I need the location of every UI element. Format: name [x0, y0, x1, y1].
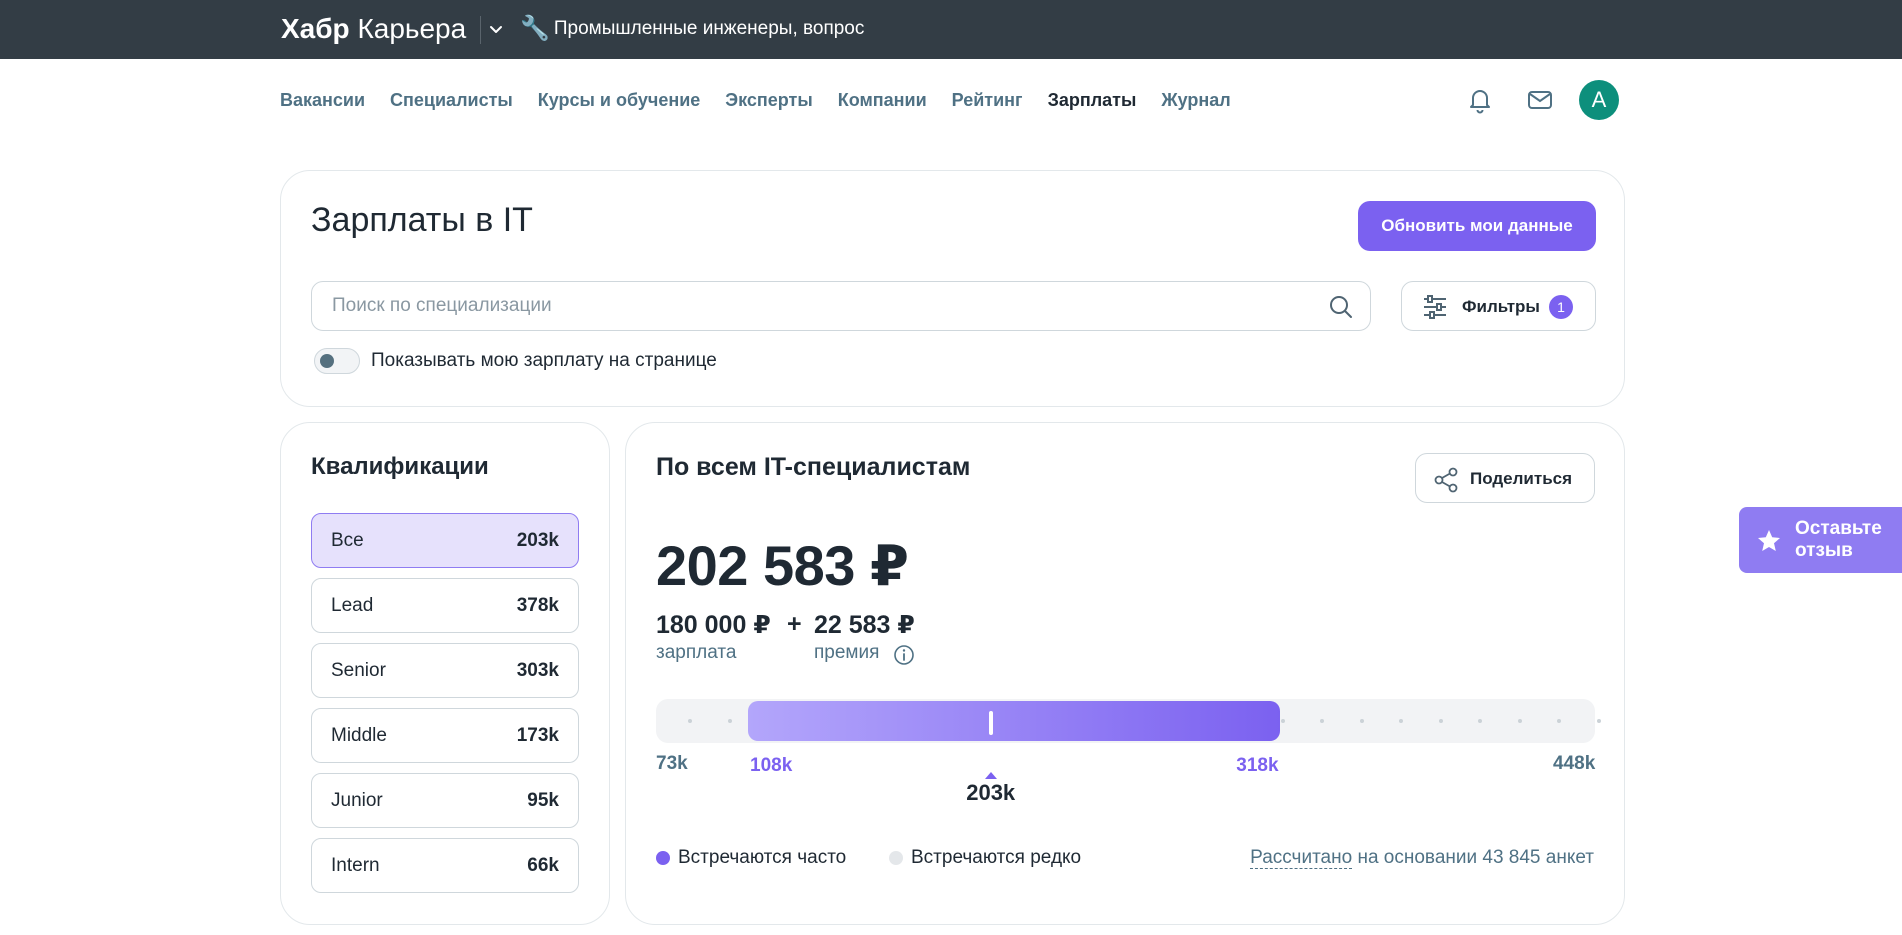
- brand-name-regular: Карьера: [357, 13, 467, 44]
- show-salary-toggle[interactable]: [314, 348, 360, 374]
- share-button[interactable]: Поделиться: [1415, 453, 1595, 503]
- chevron-down-icon[interactable]: [487, 20, 505, 38]
- legend-frequent-label: Встречаются часто: [678, 847, 847, 868]
- nav-item-experts[interactable]: Эксперты: [725, 90, 812, 112]
- qualifications-list: Все 203k Lead 378k Senior 303k Middle 17…: [311, 513, 579, 903]
- track-dot: [1320, 719, 1324, 723]
- qualification-name: Junior: [331, 790, 383, 811]
- range-max-label: 448k: [1553, 753, 1596, 774]
- avatar[interactable]: A: [1579, 80, 1619, 120]
- nav-item-courses[interactable]: Курсы и обучение: [538, 90, 701, 112]
- update-data-button[interactable]: Обновить мои данные: [1358, 201, 1596, 251]
- qualification-item-senior[interactable]: Senior 303k: [311, 643, 579, 698]
- qualifications-card: Квалификации Все 203k Lead 378k Senior 3…: [280, 422, 610, 925]
- legend-frequent: Встречаются часто: [656, 847, 846, 869]
- toggle-knob: [320, 354, 334, 368]
- salary-summary-title: По всем IT-специалистам: [656, 453, 971, 481]
- bonus-value: 22 583 ₽: [814, 611, 915, 639]
- main-nav: Вакансии Специалисты Курсы и обучение Эк…: [280, 90, 1231, 112]
- qualification-name: Intern: [331, 855, 380, 876]
- qualification-name: Lead: [331, 595, 374, 616]
- mail-icon[interactable]: [1526, 86, 1554, 114]
- filters-label: Фильтры: [1462, 297, 1540, 316]
- nav-item-journal[interactable]: Журнал: [1161, 90, 1230, 112]
- qualification-value: 203k: [516, 530, 559, 551]
- median-marker: [988, 711, 993, 735]
- plus-sign: +: [787, 610, 802, 638]
- qualification-item-all[interactable]: Все 203k: [311, 513, 579, 568]
- nav-item-vacancies[interactable]: Вакансии: [280, 90, 365, 112]
- nav-item-companies[interactable]: Компании: [838, 90, 927, 112]
- range-min-label: 73k: [656, 753, 688, 774]
- search-placeholder: Поиск по специализации: [332, 295, 552, 316]
- salary-header-card: Зарплаты в IT Обновить мои данные Поиск …: [280, 170, 1625, 407]
- track-dot: [727, 719, 732, 723]
- qualification-item-intern[interactable]: Intern 66k: [311, 838, 579, 893]
- search-input[interactable]: Поиск по специализации: [311, 281, 1371, 331]
- brand-logo[interactable]: Хабр Карьера: [281, 13, 466, 45]
- qualification-value: 378k: [516, 595, 559, 616]
- promo-text: Промышленные инженеры, вопрос: [553, 18, 865, 39]
- top-bar: Хабр Карьера 🔧 Промышленные инженеры, воп…: [0, 0, 1902, 59]
- qualification-value: 66k: [527, 855, 559, 876]
- filters-count-badge: 1: [1549, 295, 1573, 319]
- share-icon: [1434, 467, 1458, 493]
- track-dot: [1517, 719, 1522, 723]
- qualification-value: 303k: [516, 660, 559, 681]
- base-salary-label: зарплата: [656, 642, 737, 663]
- show-salary-toggle-label[interactable]: Показывать мою зарплату на странице: [371, 350, 717, 372]
- nav-item-salaries[interactable]: Зарплаты: [1048, 90, 1137, 112]
- basis-note: Рассчитано на основании 43 845 анкет: [1250, 847, 1594, 869]
- bonus-label: премия: [814, 642, 880, 663]
- total-salary: 202 583 ₽: [656, 534, 909, 597]
- feedback-tab[interactable]: Оставьте отзыв: [1739, 507, 1902, 573]
- nav-item-specialists[interactable]: Специалисты: [390, 90, 513, 112]
- star-icon: [1758, 530, 1780, 551]
- track-dot: [1478, 719, 1482, 723]
- track-dot: [688, 719, 692, 723]
- legend-rare-swatch: [889, 851, 903, 865]
- bell-icon[interactable]: [1466, 86, 1494, 114]
- salary-range-track: [656, 699, 1601, 743]
- track-dot: [1438, 719, 1443, 723]
- range-low-label: 108k: [750, 755, 793, 776]
- track-dot: [1280, 719, 1285, 723]
- nav-item-rating[interactable]: Рейтинг: [952, 90, 1023, 112]
- qualification-name: Middle: [331, 725, 387, 746]
- brand-name-bold: Хабр: [281, 13, 350, 44]
- wrench-icon: 🔧: [520, 15, 550, 42]
- median-label: 203k: [966, 780, 1016, 805]
- qualification-name: Senior: [331, 660, 386, 681]
- qualification-item-junior[interactable]: Junior 95k: [311, 773, 579, 828]
- brand-divider: [480, 16, 481, 44]
- qualification-value: 95k: [527, 790, 559, 811]
- salary-range-bar[interactable]: [748, 701, 1281, 741]
- qualification-item-middle[interactable]: Middle 173k: [311, 708, 579, 763]
- legend-rare-label: Встречаются редко: [911, 847, 1082, 868]
- qualification-item-lead[interactable]: Lead 378k: [311, 578, 579, 633]
- qualifications-title: Квалификации: [311, 453, 489, 480]
- track-dot: [1596, 719, 1601, 723]
- search-icon[interactable]: [1328, 294, 1354, 320]
- sliders-icon: [1424, 295, 1446, 319]
- filters-button[interactable]: Фильтры 1: [1401, 281, 1596, 331]
- range-high-label: 318k: [1236, 755, 1279, 776]
- legend-frequent-swatch: [656, 851, 670, 865]
- promo-link[interactable]: 🔧 Промышленные инженеры, вопрос: [520, 14, 864, 43]
- median-pointer-icon: [984, 772, 997, 779]
- basis-text: на основании 43 845 анкет: [1357, 847, 1594, 868]
- qualification-value: 173k: [516, 725, 559, 746]
- qualification-name: Все: [331, 530, 364, 551]
- track-dot: [1557, 719, 1561, 723]
- page-title: Зарплаты в IT: [311, 201, 533, 239]
- track-dot: [1399, 719, 1403, 723]
- share-label: Поделиться: [1470, 469, 1573, 488]
- base-salary-value: 180 000 ₽: [656, 611, 771, 639]
- track-dot: [1359, 719, 1364, 723]
- basis-link[interactable]: Рассчитано: [1250, 847, 1353, 869]
- info-icon[interactable]: [893, 644, 915, 666]
- salary-summary-card: По всем IT-специалистам Поделиться 202 5…: [625, 422, 1625, 925]
- feedback-label: Оставьте отзыв: [1795, 518, 1882, 561]
- legend-rare: Встречаются редко: [889, 847, 1081, 869]
